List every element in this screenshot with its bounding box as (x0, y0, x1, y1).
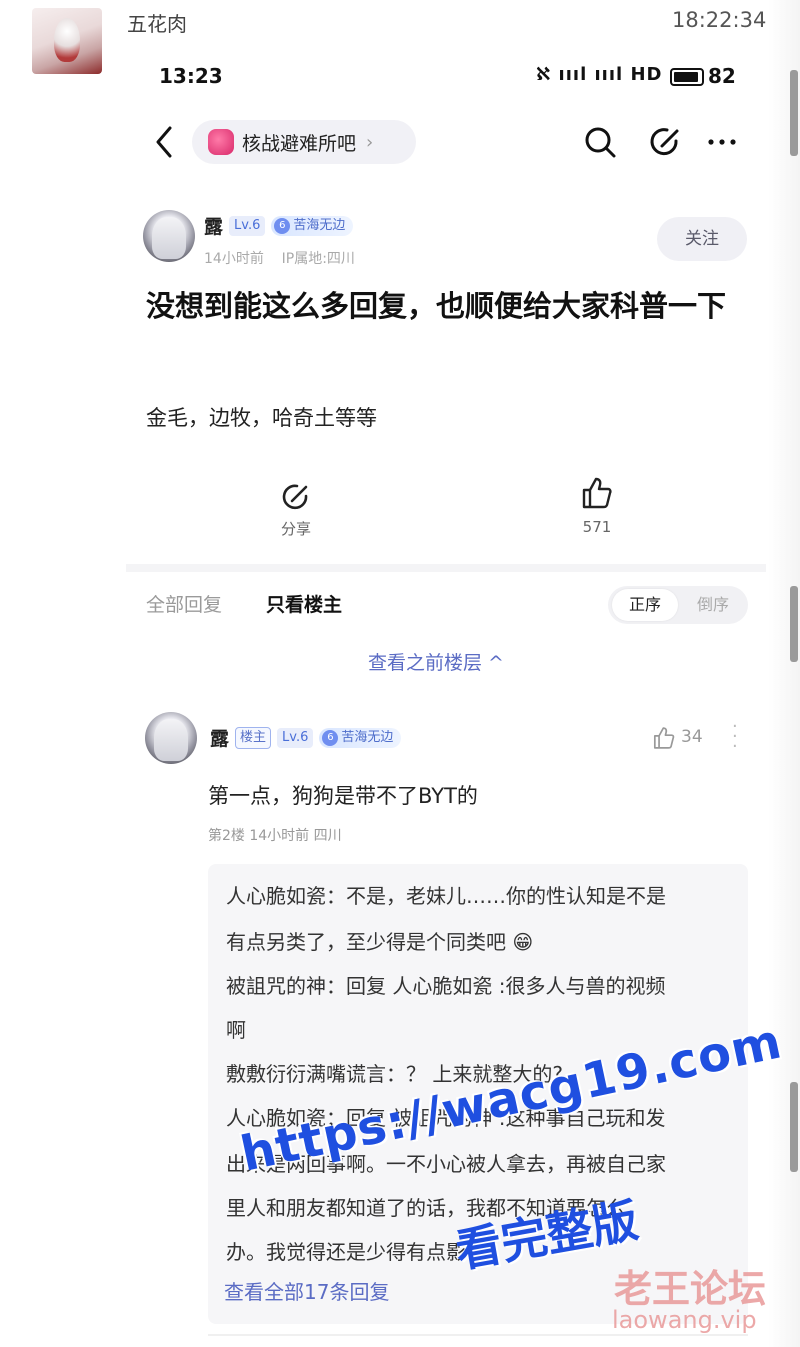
author-row: 露 Lv.6 6 苦海无边 (204, 212, 354, 239)
reply-meta: 第2楼 14小时前 四川 (208, 828, 342, 844)
sort-toggle: 正序 倒序 (608, 586, 748, 624)
reply-author-name[interactable]: 露 (210, 724, 229, 751)
reply-title-badge-label: 苦海无边 (341, 729, 394, 745)
scroll-indicator (790, 1082, 798, 1172)
watermark-site-cn: 老王论坛 (614, 1267, 767, 1311)
tab-op-only[interactable]: 只看楼主 (266, 590, 342, 617)
reply-title-badge: 6 苦海无边 (319, 727, 402, 748)
scroll-indicator (790, 586, 798, 662)
reply-like-count: 34 (681, 727, 703, 747)
back-icon[interactable] (150, 124, 178, 160)
post-title: 没想到能这么多回复，也顺便给大家科普一下 (146, 289, 727, 323)
sender-avatar[interactable] (32, 8, 102, 74)
share-icon[interactable] (279, 480, 313, 514)
post-location: IP属地:四川 (281, 251, 355, 267)
reply-text: 第一点，狗狗是带不了BYT的 (208, 784, 478, 808)
battery-icon (670, 68, 704, 86)
level-badge: Lv.6 (229, 215, 266, 236)
view-previous-floors-link[interactable]: 查看之前楼层 ^ (368, 648, 504, 675)
edit-icon[interactable] (648, 124, 684, 160)
post-body: 金毛，边牧，哈奇土等等 (146, 406, 377, 430)
reply-author-row: 露 楼主 Lv.6 6 苦海无边 (210, 724, 402, 751)
sub-reply-line: 啊 (226, 1018, 246, 1042)
title-badge-label: 苦海无边 (293, 217, 346, 233)
forum-link[interactable]: 核战避难所吧 › (192, 120, 416, 164)
divider (208, 1334, 748, 1336)
sub-reply-line: 有点另类了，至少得是个同类吧 😁 (226, 930, 534, 954)
sub-reply-line: 人心脆如瓷：不是，老妹儿……你的性认知是不是 (226, 884, 666, 908)
scroll-indicator (790, 70, 798, 156)
op-tag: 楼主 (235, 726, 272, 749)
badge-number: 6 (274, 217, 291, 234)
chevron-right-icon: › (366, 131, 374, 153)
reply-author-avatar[interactable] (145, 712, 197, 764)
author-name[interactable]: 露 (204, 212, 223, 239)
author-avatar[interactable] (143, 210, 195, 262)
follow-button[interactable]: 关注 (657, 217, 747, 261)
reply-badge-number: 6 (322, 729, 339, 746)
section-divider (126, 564, 766, 572)
search-icon[interactable] (582, 124, 618, 160)
post-time: 14小时前 (204, 251, 264, 267)
reply-more-icon[interactable]: · · · (732, 718, 738, 756)
forum-logo-icon (208, 129, 234, 155)
reply-level-badge: Lv.6 (277, 727, 314, 748)
forum-name: 核战避难所吧 (242, 132, 357, 155)
tab-all-replies[interactable]: 全部回复 (146, 590, 222, 617)
sub-reply-line: 被詛咒的神：回复 人心脆如瓷 :很多人与兽的视频 (226, 974, 666, 998)
sort-asc-button[interactable]: 正序 (612, 589, 678, 621)
sort-desc-button[interactable]: 倒序 (682, 589, 744, 621)
status-time: 13:23 (159, 64, 223, 88)
battery-level: 82 (708, 64, 736, 88)
sender-name: 五花肉 (127, 12, 187, 36)
reply-like-icon[interactable] (652, 726, 676, 750)
share-label: 分享 (280, 520, 311, 538)
message-timestamp: 18:22:34 (672, 8, 767, 32)
watermark-site-en: laowang.vip (612, 1306, 757, 1334)
more-icon[interactable] (704, 124, 740, 160)
view-all-replies-link[interactable]: 查看全部17条回复 (224, 1276, 389, 1305)
thumbs-up-icon[interactable] (580, 476, 614, 510)
title-badge: 6 苦海无边 (271, 215, 354, 236)
network-icons: ℵ ıııl ıııl HD (536, 64, 663, 85)
like-count: 571 (582, 518, 612, 536)
sub-reply-line: 办。我觉得还是少得有点影 (226, 1240, 466, 1264)
post-meta: 14小时前 IP属地:四川 (204, 248, 355, 268)
